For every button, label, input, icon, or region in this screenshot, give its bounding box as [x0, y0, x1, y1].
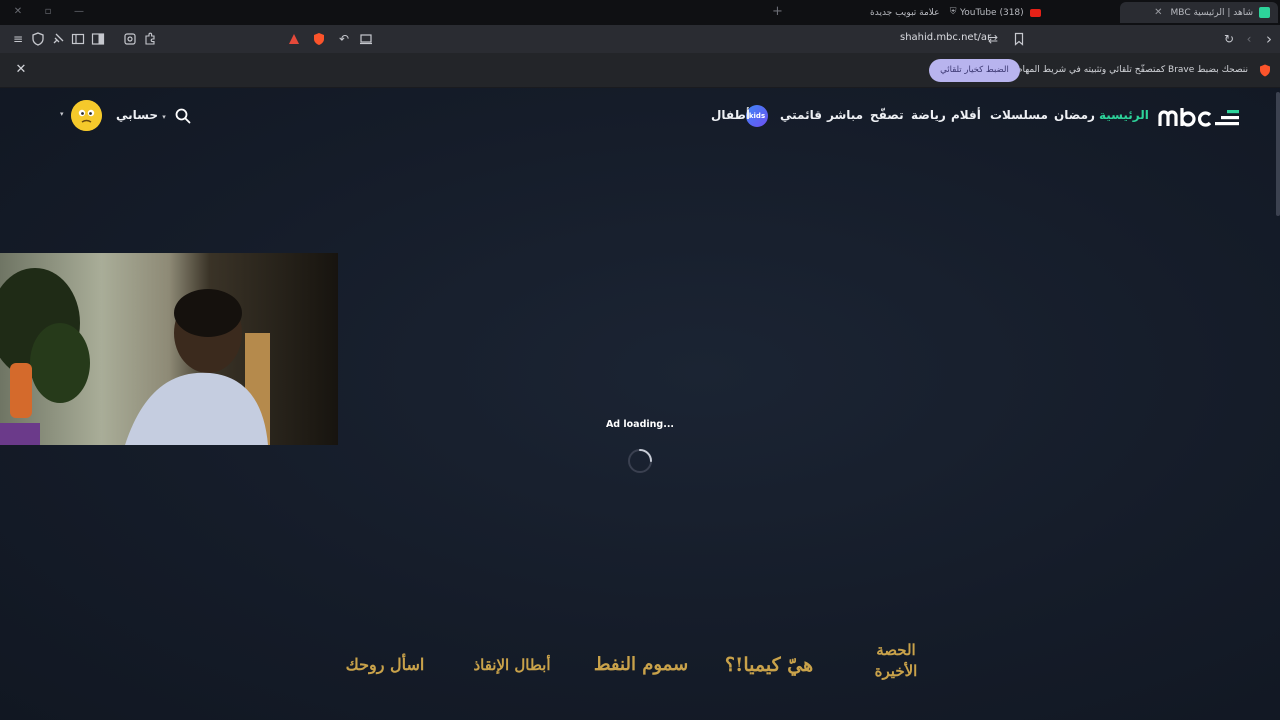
forward-icon[interactable]: ›: [1261, 31, 1277, 47]
ad-loading-text: Ad loading...: [605, 419, 675, 430]
tab-title: (318) YouTube: [960, 7, 1024, 18]
chevron-down-icon: ▾: [162, 113, 166, 121]
tab-shahid[interactable]: شاهد | الرئيسية MBC ✕: [1120, 2, 1278, 23]
nav-ramadan[interactable]: رمضان: [1054, 108, 1095, 122]
set-default-button[interactable]: الضبط كخيار تلقائي: [929, 59, 1020, 82]
new-tab-button[interactable]: +: [772, 4, 783, 19]
history-back-icon[interactable]: ‹: [1241, 31, 1257, 47]
panel-icon[interactable]: [90, 31, 106, 47]
bookmark-icon[interactable]: [1011, 31, 1027, 47]
nav-home[interactable]: الرئيسية: [1099, 108, 1149, 122]
brave-logo-icon: [1260, 64, 1270, 77]
window-close-icon[interactable]: ✕: [11, 5, 25, 19]
close-icon[interactable]: ✕: [14, 63, 28, 77]
show-title: الحصة الأخيرة: [874, 641, 918, 680]
window-maximize-icon[interactable]: ▫: [41, 5, 55, 19]
nav-movies[interactable]: أفلام: [951, 108, 981, 122]
account-menu[interactable]: ▾ حسابي: [116, 108, 170, 122]
cast-icon[interactable]: [358, 31, 374, 47]
nav-live[interactable]: مباشر: [827, 108, 863, 122]
back-arrow-icon[interactable]: ↶: [336, 31, 352, 47]
show-title: سموم النفط: [593, 654, 689, 675]
show-logo-2[interactable]: هيّ كيميا!؟: [712, 640, 826, 690]
youtube-icon: [1029, 8, 1041, 17]
show-logo-5[interactable]: اسأل روحك: [340, 640, 430, 690]
browser-tab-strip: ✕ ▫ — + ⛨ علامة تبويب جديدة (318) YouTub…: [0, 0, 1280, 25]
extensions-icon[interactable]: [142, 31, 158, 47]
show-title: هيّ كيميا!؟: [724, 654, 814, 676]
page-scrollbar[interactable]: [1276, 92, 1280, 216]
search-icon[interactable]: [175, 108, 191, 124]
adblock-shield-icon[interactable]: [311, 31, 327, 47]
show-logo-4[interactable]: أبطال الإنقاذ: [470, 640, 554, 690]
notification-message: ننصحك بضبط Brave كمتصفّح تلقائي وتثبيته …: [1016, 65, 1248, 75]
nav-series[interactable]: مسلسلات: [990, 108, 1048, 122]
window-minimize-icon[interactable]: —: [72, 5, 86, 19]
show-title: اسأل روحك: [345, 655, 425, 674]
loading-spinner-icon: [628, 449, 652, 473]
webcam-feed: [0, 253, 338, 445]
show-logo-1[interactable]: الحصة الأخيرة: [872, 640, 920, 690]
mbc-shahid-logo[interactable]: [1158, 106, 1241, 128]
tab-youtube[interactable]: (318) YouTube: [960, 2, 1041, 23]
shield-icon[interactable]: [30, 31, 46, 47]
browser-toolbar: ≡ ↶ shahid.mbc.net/ar ⇄ ↻ ‹ ›: [0, 25, 1280, 53]
nav-my-list[interactable]: قائمتي: [780, 108, 822, 122]
account-label: حسابي: [116, 108, 159, 122]
webcam-overlay: [0, 253, 338, 445]
chevron-down-icon[interactable]: ▾: [60, 110, 64, 118]
sidebar-icon[interactable]: [70, 31, 86, 47]
show-title: أبطال الإنقاذ: [473, 656, 551, 674]
menu-icon[interactable]: ≡: [10, 31, 26, 47]
shahid-icon: [1259, 7, 1270, 18]
brave-rewards-icon[interactable]: [286, 31, 302, 47]
pin-icon[interactable]: [50, 31, 66, 47]
tab-close-icon[interactable]: ✕: [1154, 7, 1162, 18]
tab-title: علامة تبويب جديدة: [870, 7, 940, 18]
shield-icon: ⛨: [949, 7, 957, 17]
reload-icon[interactable]: ↻: [1221, 31, 1237, 47]
address-bar[interactable]: shahid.mbc.net/ar: [900, 32, 991, 43]
screenshot-icon[interactable]: [122, 31, 138, 47]
tune-icon[interactable]: ⇄: [985, 31, 1001, 47]
show-logo-3[interactable]: سموم النفط: [590, 640, 692, 690]
nav-kids[interactable]: أطفال: [711, 108, 750, 122]
avatar[interactable]: [71, 100, 102, 131]
nav-browse[interactable]: تصفّح: [870, 108, 904, 122]
nav-sports[interactable]: رياضة: [911, 108, 946, 122]
tab-new-tab[interactable]: ⛨ علامة تبويب جديدة: [870, 2, 957, 23]
tab-title: شاهد | الرئيسية MBC: [1170, 7, 1253, 18]
default-browser-notification: ✕ ننصحك بضبط Brave كمتصفّح تلقائي وتثبيت…: [0, 53, 1280, 88]
